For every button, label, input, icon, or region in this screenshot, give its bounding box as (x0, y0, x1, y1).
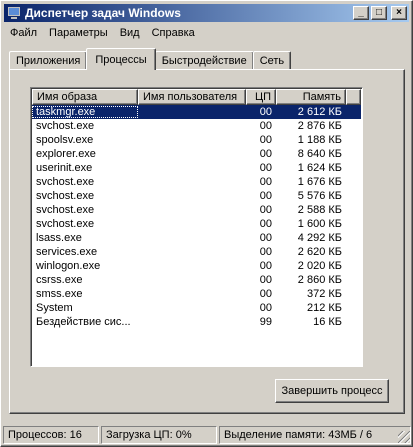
process-name-cell: taskmgr.exe (32, 106, 138, 118)
process-name-cell: svchost.exe (36, 218, 95, 230)
process-cpu-cell: 00 (259, 148, 272, 160)
process-name-cell: csrss.exe (36, 274, 83, 286)
process-cpu-cell: 00 (259, 190, 272, 202)
tab-processes[interactable]: Процессы (86, 48, 156, 70)
process-name-cell: System (36, 302, 73, 314)
process-name-cell: services.exe (36, 246, 98, 258)
window-title: Диспетчер задач Windows (25, 6, 181, 20)
process-row[interactable]: svchost.exe 00 1 676 КБ (32, 175, 361, 189)
title-bar[interactable]: Диспетчер задач Windows _ □ × (4, 4, 409, 22)
process-name-cell: svchost.exe (36, 120, 95, 132)
status-memory-commit: Выделение памяти: 43МБ / 6 (219, 426, 411, 444)
process-row[interactable]: svchost.exe 00 2 876 КБ (32, 119, 361, 133)
process-memory-cell: 2 876 КБ (297, 120, 342, 132)
process-memory-cell: 2 612 КБ (297, 106, 342, 118)
process-cpu-cell: 99 (259, 316, 272, 328)
process-memory-cell: 8 640 КБ (297, 148, 342, 160)
process-memory-cell: 1 676 КБ (297, 176, 342, 188)
minimize-button[interactable]: _ (353, 6, 369, 20)
end-process-button[interactable]: Завершить процесс (275, 379, 389, 403)
task-manager-icon (7, 6, 21, 20)
process-cpu-cell: 00 (259, 260, 272, 272)
process-name-cell: lsass.exe (36, 232, 82, 244)
menu-file[interactable]: Файл (4, 27, 43, 39)
process-name-cell: svchost.exe (36, 176, 95, 188)
process-name-cell: explorer.exe (36, 148, 96, 160)
process-memory-cell: 16 КБ (313, 316, 342, 328)
process-row[interactable]: csrss.exe 00 2 860 КБ (32, 273, 361, 287)
process-memory-cell: 1 600 КБ (297, 218, 342, 230)
process-memory-cell: 5 576 КБ (297, 190, 342, 202)
tab-performance[interactable]: Быстродействие (154, 51, 254, 70)
process-row[interactable]: svchost.exe 00 1 600 КБ (32, 217, 361, 231)
process-name-cell: svchost.exe (36, 190, 95, 202)
process-cpu-cell: 00 (259, 204, 272, 216)
process-memory-cell: 2 860 КБ (297, 274, 342, 286)
process-cpu-cell: 00 (259, 120, 272, 132)
process-memory-cell: 1 188 КБ (297, 134, 342, 146)
column-cpu[interactable]: ЦП (246, 89, 276, 105)
process-row[interactable]: Бездействие сис... 99 16 КБ (32, 315, 361, 329)
process-name-cell: svchost.exe (36, 204, 95, 216)
process-row[interactable]: svchost.exe 00 5 576 КБ (32, 189, 361, 203)
process-list[interactable]: Имя образа Имя пользователя ЦП Память ta… (30, 87, 363, 367)
process-memory-cell: 1 624 КБ (297, 162, 342, 174)
process-memory-cell: 372 КБ (306, 288, 342, 300)
menu-options[interactable]: Параметры (43, 27, 114, 39)
process-row[interactable]: smss.exe 00 372 КБ (32, 287, 361, 301)
process-cpu-cell: 00 (259, 288, 272, 300)
process-cpu-cell: 00 (259, 106, 272, 118)
process-list-header: Имя образа Имя пользователя ЦП Память (32, 89, 361, 105)
process-cpu-cell: 00 (259, 176, 272, 188)
column-user-name[interactable]: Имя пользователя (138, 89, 246, 105)
resize-grip[interactable] (398, 431, 410, 443)
process-cpu-cell: 00 (259, 134, 272, 146)
column-image-name[interactable]: Имя образа (32, 89, 138, 105)
status-process-count: Процессов: 16 (3, 426, 99, 444)
tab-strip: Приложения Процессы Быстродействие Сеть (9, 48, 292, 70)
process-name-cell: spoolsv.exe (36, 134, 94, 146)
process-name-cell: userinit.exe (36, 162, 93, 174)
menu-help[interactable]: Справка (146, 27, 201, 39)
process-name-cell: winlogon.exe (36, 260, 101, 272)
process-row[interactable]: lsass.exe 00 4 292 КБ (32, 231, 361, 245)
column-filler (346, 89, 361, 105)
process-memory-cell: 2 020 КБ (297, 260, 342, 272)
process-cpu-cell: 00 (259, 162, 272, 174)
process-cpu-cell: 00 (259, 274, 272, 286)
process-row[interactable]: spoolsv.exe 00 1 188 КБ (32, 133, 361, 147)
process-memory-cell: 2 620 КБ (297, 246, 342, 258)
menu-view[interactable]: Вид (114, 27, 146, 39)
process-row[interactable]: winlogon.exe 00 2 020 КБ (32, 259, 361, 273)
column-memory[interactable]: Память (276, 89, 346, 105)
process-list-body: taskmgr.exe 00 2 612 КБ svchost.exe 00 2 876 … (32, 105, 361, 329)
menu-bar: Файл Параметры Вид Справка (4, 24, 201, 42)
process-row[interactable]: services.exe 00 2 620 КБ (32, 245, 361, 259)
process-cpu-cell: 00 (259, 302, 272, 314)
process-cpu-cell: 00 (259, 232, 272, 244)
process-cpu-cell: 00 (259, 218, 272, 230)
process-memory-cell: 4 292 КБ (297, 232, 342, 244)
process-row[interactable]: userinit.exe 00 1 624 КБ (32, 161, 361, 175)
process-row[interactable]: taskmgr.exe 00 2 612 КБ (32, 105, 361, 119)
process-row[interactable]: explorer.exe 00 8 640 КБ (32, 147, 361, 161)
process-row[interactable]: System 00 212 КБ (32, 301, 361, 315)
process-name-cell: Бездействие сис... (36, 316, 131, 328)
process-name-cell: smss.exe (36, 288, 83, 300)
status-bar: Процессов: 16 Загрузка ЦП: 0% Выделение … (3, 426, 411, 444)
process-memory-cell: 212 КБ (306, 302, 342, 314)
tab-applications[interactable]: Приложения (9, 51, 88, 70)
status-cpu-load: Загрузка ЦП: 0% (101, 426, 217, 444)
maximize-button[interactable]: □ (371, 6, 387, 20)
process-cpu-cell: 00 (259, 246, 272, 258)
task-manager-window: Диспетчер задач Windows _ □ × Файл Парам… (0, 0, 413, 447)
process-memory-cell: 2 588 КБ (297, 204, 342, 216)
tab-network[interactable]: Сеть (252, 51, 292, 70)
close-button[interactable]: × (391, 6, 407, 20)
process-row[interactable]: svchost.exe 00 2 588 КБ (32, 203, 361, 217)
